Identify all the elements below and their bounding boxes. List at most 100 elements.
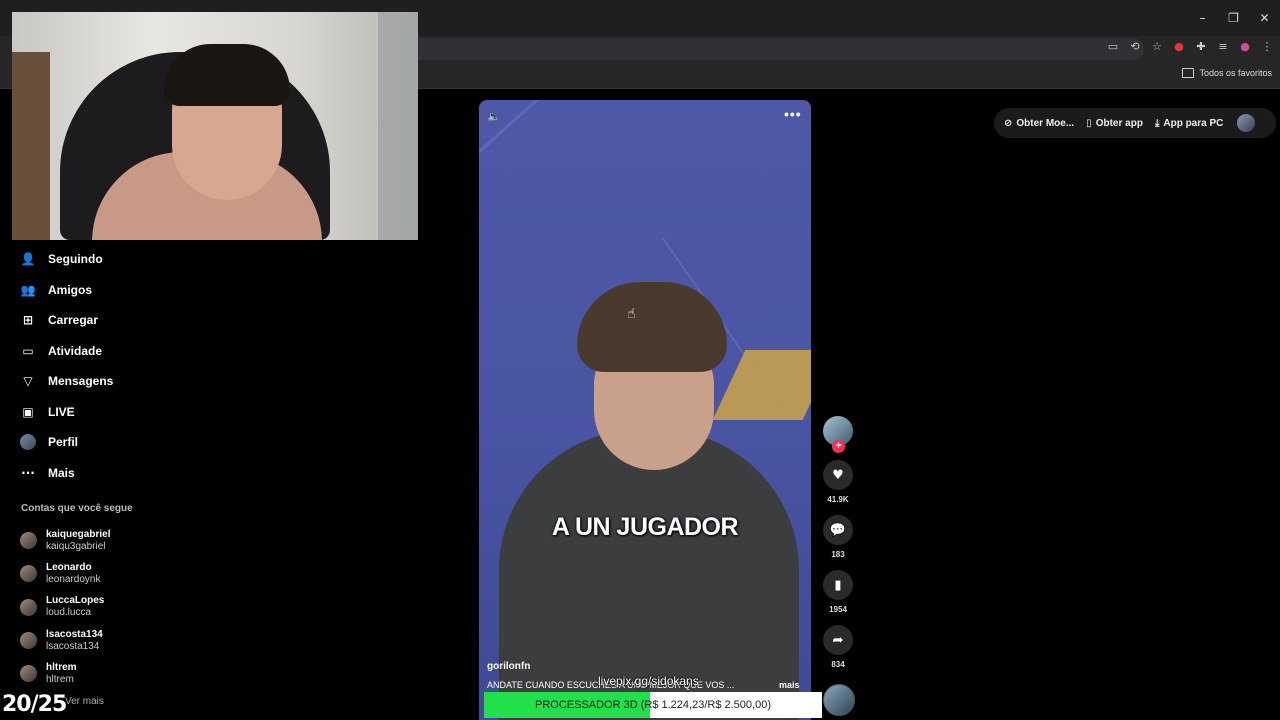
folder-icon — [1182, 68, 1195, 78]
upload-icon: ⊞ — [22, 313, 34, 328]
minimize-button[interactable]: – — [1187, 8, 1218, 28]
phone-icon: ▯ — [1086, 117, 1092, 129]
donation-goal-bar: PROCESSADOR 3D (R$ 1.224,23/R$ 2.500,00) — [484, 692, 822, 718]
user-avatar[interactable] — [1237, 114, 1256, 132]
more-icon: ··· — [21, 465, 35, 480]
comment-icon: 💬 — [829, 522, 847, 538]
webcam-person-hair — [164, 44, 290, 106]
sidebar-item-label: Mais — [48, 465, 75, 480]
sidebar-item-live[interactable]: ▣ LIVE — [20, 397, 220, 428]
follow-plus-button[interactable]: + — [832, 440, 845, 453]
video-caption-overlay: A UN JUGADOR — [551, 513, 739, 541]
following-account[interactable]: Leonardo leonardoynk — [20, 557, 200, 590]
get-coins-button[interactable]: ⊘ Obter Moe... — [1004, 118, 1074, 129]
sidebar-item-label: Perfil — [48, 435, 79, 450]
save-button[interactable]: ▮ — [823, 570, 853, 600]
avatar — [20, 632, 37, 650]
avatar — [20, 565, 37, 583]
following-account[interactable]: LuccaLopes loud.lucca — [20, 591, 200, 624]
messages-icon: ▽ — [23, 374, 33, 389]
puzzle-icon[interactable]: ✚ — [1194, 40, 1208, 54]
like-count: 41.9K — [827, 495, 849, 504]
description-more-button[interactable]: mais — [779, 680, 800, 690]
pc-app-button[interactable]: ⤓ App para PC — [1155, 118, 1223, 129]
score-overlay: 20/25 — [2, 692, 67, 717]
video-author[interactable]: gorilonfn — [487, 661, 530, 672]
avatar — [20, 665, 37, 683]
following-account[interactable]: hltrem hltrem — [20, 657, 200, 690]
sidebar-nav: 👤 Seguindo 👥 Amigos ⊞ Carregar ▭ Ativida… — [20, 244, 220, 488]
livepix-overlay: livepix.gg/sidokans — [598, 674, 699, 688]
webcam-overlay — [12, 12, 418, 240]
sidebar-item-carregar[interactable]: ⊞ Carregar — [20, 305, 220, 336]
close-window-button[interactable]: ✕ — [1249, 8, 1280, 28]
account-name: kaiquegabriel — [46, 528, 111, 540]
webcam-door — [12, 52, 50, 240]
account-username: lsacosta134 — [46, 640, 100, 652]
live-icon: ▣ — [22, 404, 34, 419]
all-bookmarks-label: Todos os favoritos — [1199, 68, 1272, 78]
account-name: lsacosta134 — [46, 628, 103, 640]
comment-button[interactable]: 💬 — [823, 515, 853, 545]
sidebar-item-label: Carregar — [48, 313, 99, 328]
following-icon: 👤 — [20, 252, 36, 267]
share-button[interactable]: ➦ — [823, 625, 853, 655]
activity-icon: ▭ — [22, 343, 34, 358]
profile-icon[interactable]: ● — [1238, 40, 1252, 54]
media-icon[interactable]: ≡ — [1216, 40, 1230, 54]
like-button[interactable]: ♥ — [823, 460, 853, 490]
account-username: leonardoynk — [46, 573, 101, 585]
get-app-label: Obter app — [1095, 117, 1143, 129]
sidebar-item-label: Amigos — [48, 282, 93, 297]
comment-count: 183 — [831, 550, 845, 559]
following-account[interactable]: kaiquegabriel kaiqu3gabriel — [20, 524, 200, 557]
video-bg-logo — [712, 350, 811, 420]
account-username: loud.lucca — [46, 607, 92, 619]
avatar — [20, 532, 37, 550]
get-app-button[interactable]: ▯ Obter app — [1086, 118, 1143, 129]
following-list: kaiquegabriel kaiqu3gabriel Leonardo leo… — [20, 524, 200, 690]
video-action-rail: + ♥ 41.9K 💬 183 ▮ 1954 ➦ 834 — [822, 416, 854, 680]
menu-icon[interactable]: ⋮ — [1260, 40, 1274, 54]
sidebar-item-label: LIVE — [48, 404, 75, 419]
sidebar-item-mensagens[interactable]: ▽ Mensagens — [20, 366, 220, 397]
download-icon: ⤓ — [1154, 117, 1160, 129]
friends-icon: 👥 — [20, 282, 36, 297]
address-bar[interactable] — [418, 38, 1144, 60]
account-username: hltrem — [46, 673, 74, 685]
star-icon[interactable]: ☆ — [1150, 40, 1164, 54]
share-count: 834 — [831, 660, 845, 669]
all-bookmarks[interactable]: Todos os favoritos — [1182, 68, 1272, 78]
following-account[interactable]: lsacosta134 lsacosta134 — [20, 624, 200, 657]
get-coins-label: Obter Moe... — [1016, 117, 1075, 129]
volume-icon[interactable]: 🔈 — [487, 110, 501, 123]
sidebar-item-label: Seguindo — [48, 252, 103, 267]
see-more-link[interactable]: Ver mais — [65, 696, 104, 707]
mouse-cursor-icon: ☝ — [627, 306, 636, 322]
next-creator-avatar[interactable] — [823, 684, 855, 716]
sidebar-item-mais[interactable]: ··· Mais — [20, 458, 220, 489]
share-icon: ➦ — [832, 632, 844, 648]
cast-icon[interactable]: ▭ — [1106, 40, 1120, 54]
avatar — [20, 598, 37, 616]
extension-red-icon[interactable]: ● — [1172, 40, 1186, 54]
pc-app-label: App para PC — [1163, 117, 1224, 129]
coin-icon: ⊘ — [1004, 117, 1013, 129]
save-count: 1954 — [829, 605, 847, 614]
creator-avatar[interactable]: + — [823, 416, 853, 453]
bookmark-icon: ▮ — [834, 577, 842, 593]
restore-button[interactable]: ❐ — [1218, 8, 1249, 28]
sidebar-item-atividade[interactable]: ▭ Atividade — [20, 336, 220, 367]
sidebar-item-amigos[interactable]: 👥 Amigos — [20, 275, 220, 306]
sidebar-item-label: Mensagens — [48, 374, 114, 389]
profile-avatar — [20, 434, 36, 451]
video-bg-line — [479, 100, 582, 317]
sidebar-item-seguindo[interactable]: 👤 Seguindo — [20, 244, 220, 275]
video-player[interactable] — [479, 100, 811, 720]
translate-icon[interactable]: ⟲ — [1128, 40, 1142, 54]
sidebar-item-perfil[interactable]: Perfil — [20, 427, 220, 458]
account-name: hltrem — [46, 661, 77, 673]
video-options-button[interactable]: ••• — [784, 106, 802, 122]
goal-label: PROCESSADOR 3D (R$ 1.224,23/R$ 2.500,00) — [534, 699, 771, 711]
header-actions: ⊘ Obter Moe... ▯ Obter app ⤓ App para PC — [994, 108, 1276, 138]
